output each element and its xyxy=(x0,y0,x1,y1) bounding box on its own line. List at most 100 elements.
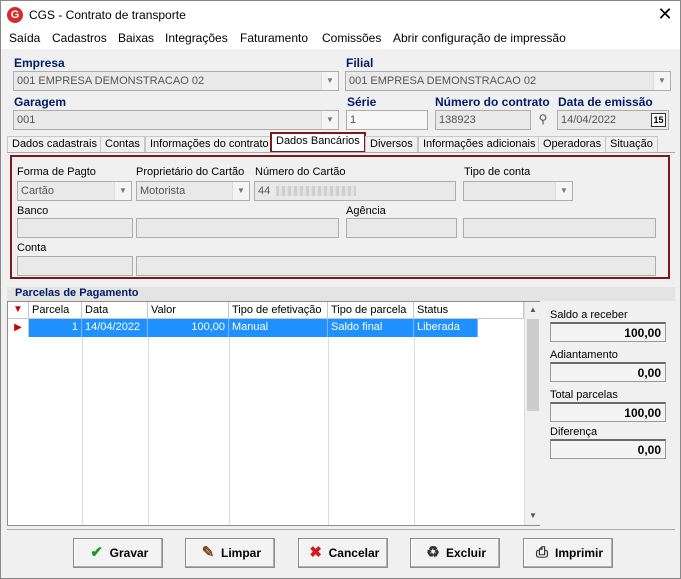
binoculars-search-icon[interactable]: ⚲ xyxy=(534,112,552,128)
tab-situacao[interactable]: Situação xyxy=(605,136,658,153)
tipo-conta-select[interactable]: ▼ xyxy=(463,181,573,201)
data-emissao-value: 14/04/2022 xyxy=(561,114,617,126)
sort-indicator-icon: ▼ xyxy=(8,302,29,319)
contrato-window: G CGS - Contrato de transporte ✕ Saída C… xyxy=(0,0,681,579)
printer-icon: ⎙ xyxy=(535,544,548,561)
cell-tipo-parcela[interactable]: Saldo final xyxy=(328,319,414,337)
proprietario-cartao-label: Proprietário do Cartão xyxy=(136,166,245,178)
col-header-data[interactable]: Data xyxy=(82,302,148,319)
menu-comissoes[interactable]: Comissões xyxy=(322,31,381,45)
numero-cartao-value: 44 xyxy=(258,185,271,197)
cell-tipo-efetivacao[interactable]: Manual xyxy=(229,319,328,337)
gravar-button[interactable]: ✔ Gravar xyxy=(73,538,163,568)
parcelas-title: Parcelas de Pagamento xyxy=(7,287,675,301)
cell-parcela[interactable]: 1 xyxy=(29,319,82,337)
chevron-down-icon[interactable]: ▼ xyxy=(555,182,572,200)
numero-cartao-field[interactable]: 44 xyxy=(254,181,456,201)
checkmark-icon: ✔ xyxy=(90,544,103,561)
empresa-value: 001 EMPRESA DEMONSTRACAO 02 xyxy=(17,75,205,87)
tab-contas[interactable]: Contas xyxy=(100,136,145,153)
tab-diversos[interactable]: Diversos xyxy=(365,136,418,153)
saldo-receber-value: 100,00 xyxy=(550,322,666,342)
chevron-down-icon[interactable]: ▼ xyxy=(114,182,131,200)
tab-dados-bancarios[interactable]: Dados Bancários xyxy=(270,132,366,153)
banco-code-field[interactable] xyxy=(17,218,133,238)
chevron-down-icon[interactable]: ▼ xyxy=(653,72,670,90)
conta-code-field[interactable] xyxy=(17,256,133,276)
garagem-label: Garagem xyxy=(14,95,67,109)
filial-select[interactable]: 001 EMPRESA DEMONSTRACAO 02 ▼ xyxy=(345,71,671,91)
chevron-down-icon[interactable]: ▼ xyxy=(321,111,338,129)
cancelar-button[interactable]: ✖ Cancelar xyxy=(298,538,388,568)
total-parcelas-value: 100,00 xyxy=(550,402,666,422)
proprietario-cartao-value: Motorista xyxy=(140,185,186,197)
row-pointer-icon: ▶ xyxy=(8,319,29,337)
forma-pagto-select[interactable]: Cartão ▼ xyxy=(17,181,132,201)
data-emissao-field[interactable]: 14/04/2022 15 xyxy=(557,110,669,130)
cell-valor[interactable]: 100,00 xyxy=(148,319,229,337)
column-divider xyxy=(229,337,230,525)
forma-pagto-label: Forma de Pagto xyxy=(17,166,96,178)
adiantamento-label: Adiantamento xyxy=(550,349,618,361)
saldo-receber-label: Saldo a receber xyxy=(550,309,628,321)
masked-card-digits xyxy=(276,186,357,197)
tab-operadoras[interactable]: Operadoras xyxy=(538,136,607,153)
calendar-icon[interactable]: 15 xyxy=(651,113,666,127)
cancel-x-icon: ✖ xyxy=(309,544,322,561)
col-header-tipo-parcela[interactable]: Tipo de parcela xyxy=(328,302,414,319)
column-divider xyxy=(82,337,83,525)
limpar-button[interactable]: ✎ Limpar xyxy=(185,538,275,568)
data-emissao-label: Data de emissão xyxy=(558,95,653,109)
conta-name-field[interactable] xyxy=(136,256,656,276)
forma-pagto-value: Cartão xyxy=(21,185,55,197)
tab-dados-cadastrais[interactable]: Dados cadastrais xyxy=(7,136,102,153)
proprietario-cartao-select[interactable]: Motorista ▼ xyxy=(136,181,250,201)
button-bar-divider xyxy=(7,529,675,530)
filial-label: Filial xyxy=(346,56,374,70)
col-header-valor[interactable]: Valor xyxy=(148,302,229,319)
menu-faturamento[interactable]: Faturamento xyxy=(240,31,308,45)
tab-informacoes-adicionais[interactable]: Informações adicionais xyxy=(418,136,541,153)
menu-saida[interactable]: Saída xyxy=(9,31,40,45)
agencia-code-field[interactable] xyxy=(346,218,457,238)
diferenca-value: 0,00 xyxy=(550,439,666,459)
chevron-down-icon[interactable]: ▼ xyxy=(232,182,249,200)
cell-data[interactable]: 14/04/2022 xyxy=(82,319,148,337)
scroll-down-icon[interactable]: ▼ xyxy=(526,509,540,523)
menu-bar: Saída Cadastros Baixas Integrações Fatur… xyxy=(1,29,680,49)
menu-baixas[interactable]: Baixas xyxy=(118,31,154,45)
title-bar: G CGS - Contrato de transporte ✕ xyxy=(1,1,680,29)
empresa-select[interactable]: 001 EMPRESA DEMONSTRACAO 02 ▼ xyxy=(13,71,339,91)
close-button[interactable]: ✕ xyxy=(653,3,677,25)
menu-integracoes[interactable]: Integrações xyxy=(165,31,228,45)
parcelas-grid[interactable]: ▼ Parcela Data Valor Tipo de efetivação … xyxy=(7,301,540,526)
cell-status[interactable]: Liberada xyxy=(414,319,478,337)
column-divider xyxy=(148,337,149,525)
column-divider xyxy=(414,337,415,525)
tab-divider xyxy=(7,152,675,153)
col-header-tipo-efetivacao[interactable]: Tipo de efetivação xyxy=(229,302,328,319)
serie-field[interactable]: 1 xyxy=(346,110,428,130)
col-header-status[interactable]: Status xyxy=(414,302,524,319)
menu-abrir-configuracao[interactable]: Abrir configuração de impressão xyxy=(393,31,566,45)
grid-scrollbar[interactable]: ▲ ▼ xyxy=(524,302,540,525)
garagem-select[interactable]: 001 ▼ xyxy=(13,110,339,130)
scroll-up-icon[interactable]: ▲ xyxy=(526,303,540,317)
column-divider xyxy=(328,337,329,525)
numero-cartao-label: Número do Cartão xyxy=(255,166,346,178)
imprimir-button[interactable]: ⎙ Imprimir xyxy=(523,538,613,568)
scroll-thumb[interactable] xyxy=(527,319,539,411)
excluir-button[interactable]: ♻ Excluir xyxy=(410,538,500,568)
banco-name-field[interactable] xyxy=(136,218,339,238)
limpar-label: Limpar xyxy=(220,546,261,560)
imprimir-label: Imprimir xyxy=(554,546,603,560)
conta-label: Conta xyxy=(17,242,47,254)
agencia-name-field[interactable] xyxy=(463,218,656,238)
tab-informacoes-contrato[interactable]: Informações do contrato xyxy=(145,136,274,153)
numero-contrato-label: Número do contrato xyxy=(435,95,550,109)
diferenca-label: Diferença xyxy=(550,426,598,438)
col-header-parcela[interactable]: Parcela xyxy=(29,302,82,319)
menu-cadastros[interactable]: Cadastros xyxy=(52,31,107,45)
chevron-down-icon[interactable]: ▼ xyxy=(321,72,338,90)
numero-contrato-field[interactable]: 138923 xyxy=(435,110,531,130)
